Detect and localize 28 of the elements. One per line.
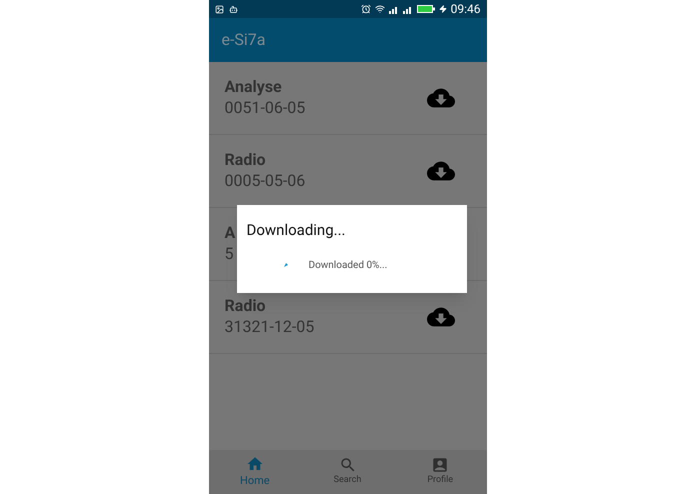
dialog-message: Downloaded 0%... [308, 258, 388, 272]
nav-tab[interactable]: Home [208, 450, 302, 494]
signal-icon [388, 4, 399, 14]
home-icon [246, 454, 264, 473]
robot-icon [228, 4, 238, 14]
app-title: e-Si7a [222, 29, 266, 51]
item-date: 5 [224, 243, 234, 265]
item-title: Analyse [224, 77, 283, 97]
list-item[interactable]: Analyse 0051-06-05 [208, 62, 486, 135]
item-title: Radio [224, 150, 267, 170]
item-title: Radio [224, 296, 267, 316]
status-time: 09:46 [450, 3, 480, 15]
nav-tab[interactable]: Search [301, 450, 394, 494]
signal-icon [402, 4, 413, 14]
spinner-icon [282, 262, 288, 268]
search-icon [338, 456, 356, 474]
wifi-icon [374, 4, 385, 14]
item-date: 0005-05-06 [224, 170, 306, 192]
image-icon [214, 4, 224, 14]
battery-icon [416, 5, 435, 13]
charging-icon [438, 5, 447, 13]
item-date: 31321-12-05 [224, 316, 314, 338]
nav-tab[interactable]: Profile [394, 450, 487, 494]
alarm-icon [360, 4, 371, 14]
item-title: A [224, 223, 236, 243]
profile-icon [431, 456, 450, 474]
item-date: 0051-06-05 [224, 97, 306, 119]
dialog-title: Downloading... [246, 220, 346, 241]
